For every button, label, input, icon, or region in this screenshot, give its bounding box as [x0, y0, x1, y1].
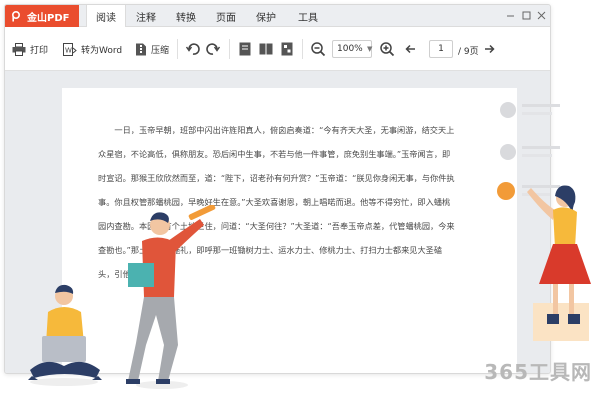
close-icon[interactable]: [535, 9, 547, 21]
tab-label: 注释: [136, 12, 156, 24]
tab-label: 工具: [298, 12, 318, 24]
page-total: / 9页: [458, 47, 479, 57]
continuous-page-icon[interactable]: [279, 41, 295, 57]
zoom-value: 100%: [337, 44, 363, 54]
person-with-pencil-illustration: [126, 205, 216, 389]
rotate-left-icon[interactable]: [185, 41, 201, 57]
double-page-icon[interactable]: [258, 41, 274, 57]
single-page-icon[interactable]: [237, 41, 253, 57]
toolbar-divider: [229, 39, 230, 59]
printer-icon: [12, 42, 26, 56]
compress-label: 压缩: [151, 45, 170, 56]
print-label: 打印: [30, 45, 49, 56]
app-brand[interactable]: 金山PDF: [5, 5, 79, 27]
print-button[interactable]: 打印: [12, 41, 48, 57]
tab-label: 转换: [176, 12, 196, 24]
tab-protect[interactable]: 保护: [246, 5, 286, 27]
screenshot-stage: 金山PDF 阅读 注释 转换 页面 保护 工具 打印 W 转为Word 压缩 1…: [0, 0, 600, 395]
maximize-icon[interactable]: [520, 9, 532, 21]
tab-label: 阅读: [96, 13, 116, 24]
minimize-icon[interactable]: [504, 9, 516, 21]
pdf-logo-icon: [11, 10, 21, 22]
rotate-right-icon[interactable]: [205, 41, 221, 57]
tab-tools[interactable]: 工具: [288, 5, 328, 27]
chevron-down-icon[interactable]: ▼: [367, 45, 372, 53]
arrow-right-icon[interactable]: [483, 43, 495, 55]
title-bar: 金山PDF 阅读 注释 转换 页面 保护 工具: [5, 5, 550, 28]
person-with-laptop-illustration: [28, 284, 102, 386]
tab-page[interactable]: 页面: [206, 5, 246, 27]
convert-to-word-button[interactable]: W 转为Word: [63, 41, 122, 57]
page-number-input[interactable]: 1: [429, 40, 453, 58]
toolbar: 打印 W 转为Word 压缩 100% ▼ 1 / 9页: [5, 27, 550, 71]
compress-icon: [136, 43, 146, 55]
svg-text:W: W: [65, 46, 72, 54]
woman-pointing-illustration: [527, 185, 591, 341]
tab-label: 保护: [256, 12, 276, 24]
placeholder-dot-icon: [497, 182, 515, 200]
zoom-out-icon[interactable]: [310, 41, 326, 57]
app-brand-label: 金山PDF: [27, 12, 70, 24]
arrow-left-icon[interactable]: [405, 43, 417, 55]
convert-to-word-label: 转为Word: [81, 45, 123, 56]
compress-button[interactable]: 压缩: [135, 41, 169, 57]
zoom-in-icon[interactable]: [379, 41, 395, 57]
placeholder-dot-icon: [500, 144, 516, 160]
placeholder-dot-icon: [500, 102, 516, 118]
page-current: 1: [438, 44, 444, 54]
toolbar-divider: [177, 39, 178, 59]
toolbar-divider: [302, 39, 303, 59]
tab-read[interactable]: 阅读: [86, 5, 126, 28]
zoom-select[interactable]: 100%: [332, 40, 372, 58]
tab-convert[interactable]: 转换: [166, 5, 206, 27]
site-watermark: 365工具网: [484, 360, 592, 384]
convert-word-icon: W: [63, 42, 77, 56]
tab-annotate[interactable]: 注释: [126, 5, 166, 27]
tab-label: 页面: [216, 12, 236, 24]
